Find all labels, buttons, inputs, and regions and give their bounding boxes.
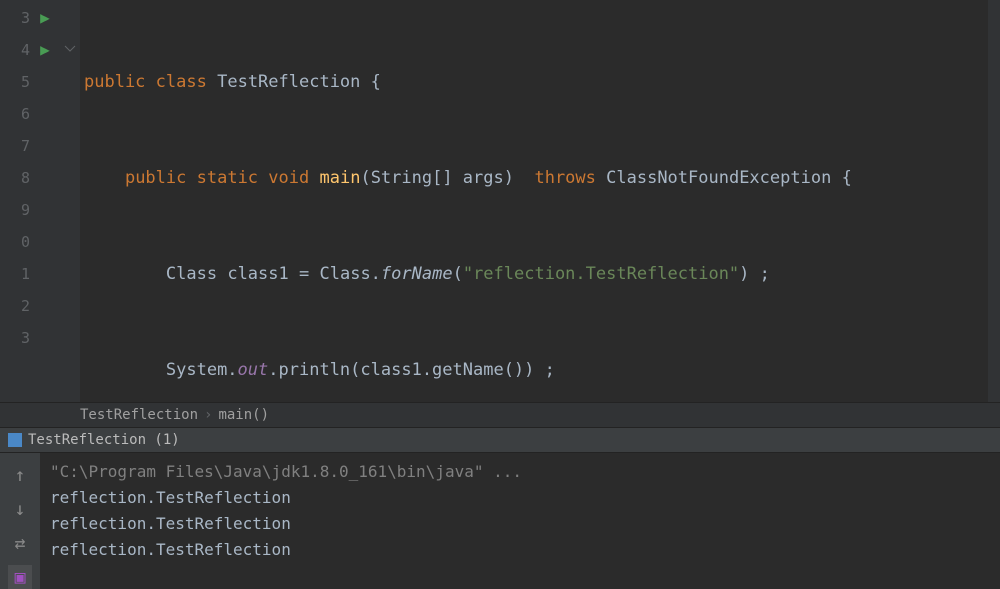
console-line: reflection.TestReflection	[50, 537, 990, 563]
collapse-icon[interactable]	[64, 34, 76, 66]
line-number[interactable]: 1	[0, 258, 30, 290]
soft-wrap-icon[interactable]: ⇄	[8, 531, 32, 555]
line-number[interactable]: 3	[0, 322, 30, 354]
run-gutter: ▶ ▶	[30, 0, 60, 402]
up-arrow-icon[interactable]: ↑	[8, 463, 32, 487]
console-line: reflection.TestReflection	[50, 511, 990, 537]
line-number[interactable]: 5	[0, 66, 30, 98]
run-method-icon[interactable]: ▶	[40, 34, 50, 66]
run-configuration-tab[interactable]: TestReflection (1)	[0, 428, 1000, 453]
breadcrumb[interactable]: TestReflection › main()	[0, 402, 1000, 428]
console-panel: ↑ ↓ ⇄ ▣ "C:\Program Files\Java\jdk1.8.0_…	[0, 453, 1000, 589]
line-number[interactable]: 7	[0, 130, 30, 162]
chevron-right-icon: ›	[204, 407, 212, 423]
breadcrumb-method[interactable]: main()	[218, 407, 269, 423]
line-number[interactable]: 6	[0, 98, 30, 130]
console-line: "C:\Program Files\Java\jdk1.8.0_161\bin\…	[50, 459, 990, 485]
breadcrumb-class[interactable]: TestReflection	[80, 407, 198, 423]
editor-area: 3 4 5 6 7 8 9 0 1 2 3 ▶ ▶ p	[0, 0, 1000, 402]
code-editor[interactable]: public class TestReflection { public sta…	[80, 0, 988, 402]
line-number[interactable]: 9	[0, 194, 30, 226]
run-class-icon[interactable]: ▶	[40, 2, 50, 34]
line-number[interactable]: 8	[0, 162, 30, 194]
line-number[interactable]: 0	[0, 226, 30, 258]
line-number[interactable]: 4	[0, 34, 30, 66]
line-number[interactable]: 3	[0, 2, 30, 34]
line-number[interactable]: 2	[0, 290, 30, 322]
console-output[interactable]: "C:\Program Files\Java\jdk1.8.0_161\bin\…	[40, 453, 1000, 589]
run-tab-label: TestReflection (1)	[28, 432, 180, 448]
down-arrow-icon[interactable]: ↓	[8, 497, 32, 521]
line-number-gutter: 3 4 5 6 7 8 9 0 1 2 3	[0, 0, 30, 402]
fold-gutter	[60, 0, 80, 402]
scroll-to-end-icon[interactable]: ▣	[8, 565, 32, 589]
console-line: reflection.TestReflection	[50, 485, 990, 511]
vertical-scrollbar[interactable]	[988, 0, 1000, 402]
application-icon	[8, 433, 22, 447]
console-toolbar: ↑ ↓ ⇄ ▣	[0, 453, 40, 589]
